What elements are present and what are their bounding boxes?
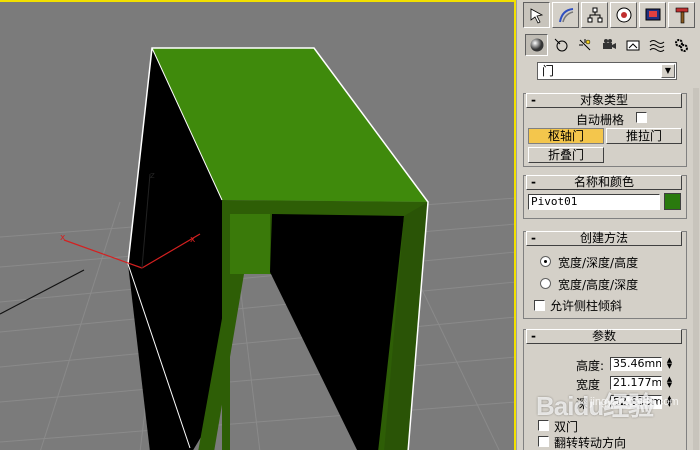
sphere-icon — [530, 38, 543, 52]
height-spinner-icon[interactable]: ▲ ▼ — [665, 357, 674, 371]
allow-tilt-checkbox[interactable] — [534, 300, 545, 311]
svg-text:z: z — [150, 171, 155, 181]
parameters-header[interactable]: - 参数 — [526, 329, 682, 344]
creation-method-header[interactable]: - 创建方法 — [526, 231, 682, 246]
light-icon — [578, 39, 590, 51]
flip-swing-label: 翻转转动方向 — [554, 436, 627, 450]
height-label: 高度: — [576, 359, 605, 373]
create-categories — [525, 34, 692, 58]
svg-text:x: x — [60, 233, 66, 243]
pivot-door-button[interactable]: 枢轴门 — [528, 128, 604, 144]
object-type-header[interactable]: - 对象类型 — [526, 93, 682, 108]
creation-method-title: 创建方法 — [579, 231, 628, 245]
hammer-icon — [675, 7, 688, 24]
autogrid-checkbox[interactable] — [636, 112, 647, 123]
perspective-viewport[interactable]: x x z — [0, 0, 516, 450]
door-lintel — [230, 214, 270, 274]
svg-text:x: x — [190, 235, 196, 245]
sliding-door-button[interactable]: 推拉门 — [606, 128, 682, 144]
parameters-title: 参数 — [591, 329, 616, 343]
method-radio-wdh[interactable] — [540, 256, 551, 267]
collapse-icon: - — [531, 329, 536, 343]
cameras-category[interactable] — [597, 34, 620, 56]
category-dropdown-value: 门 — [542, 64, 555, 78]
system-icon — [674, 39, 688, 52]
panel-scrollbar[interactable] — [693, 88, 699, 450]
helpers-category[interactable] — [621, 34, 644, 56]
systems-category[interactable] — [669, 34, 692, 56]
chevron-down-icon[interactable]: ▼ — [661, 64, 675, 78]
collapse-icon: - — [531, 175, 536, 189]
name-color-rollout: - 名称和颜色 Pivot01 — [523, 175, 687, 219]
width-spinner-icon[interactable]: ▲ ▼ — [665, 376, 674, 390]
shapes-category[interactable] — [549, 34, 572, 56]
object-color-swatch[interactable] — [664, 193, 681, 210]
height-input[interactable]: 35.46mm — [610, 357, 662, 371]
geometry-category[interactable] — [525, 34, 548, 56]
bifold-door-button[interactable]: 折叠门 — [528, 147, 604, 163]
lights-category[interactable] — [573, 34, 596, 56]
camera-icon — [602, 39, 616, 49]
helper-icon — [626, 40, 639, 51]
grid-axis-line — [0, 269, 85, 315]
display-icon — [645, 8, 660, 21]
utilities-tab[interactable] — [668, 2, 695, 28]
autogrid-label: 自动栅格 — [576, 113, 625, 127]
viewport-scene: x x z — [0, 47, 514, 450]
spacewarps-category[interactable] — [645, 34, 668, 56]
name-color-header[interactable]: - 名称和颜色 — [526, 175, 682, 190]
create-tab[interactable] — [523, 2, 550, 28]
collapse-icon: - — [531, 93, 536, 107]
baidu-watermark-url: jingyan.baidu.com — [590, 396, 679, 408]
command-panel: 门 ▼ - 对象类型 自动栅格 枢轴门 推拉门 折叠门 - 名称和颜色 Pivo… — [516, 0, 700, 450]
method-radio-whd[interactable] — [540, 278, 551, 289]
hierarchy-tab[interactable] — [581, 2, 608, 28]
motion-icon — [616, 7, 631, 23]
hierarchy-icon — [587, 7, 602, 23]
object-type-title: 对象类型 — [579, 93, 628, 107]
method-label-wdh: 宽度/深度/高度 — [558, 256, 639, 270]
object-type-rollout: - 对象类型 自动栅格 枢轴门 推拉门 折叠门 — [523, 93, 687, 167]
collapse-icon: - — [531, 231, 536, 245]
shape-icon — [554, 38, 567, 52]
flip-swing-checkbox[interactable] — [538, 436, 549, 447]
motion-tab[interactable] — [610, 2, 637, 28]
pointer-icon — [530, 8, 543, 24]
category-dropdown[interactable]: 门 ▼ — [537, 62, 677, 80]
curve-icon — [558, 8, 573, 23]
object-name-field[interactable]: Pivot01 — [528, 194, 660, 210]
allow-tilt-label: 允许侧柱倾斜 — [550, 299, 623, 313]
display-tab[interactable] — [639, 2, 666, 28]
method-label-whd: 宽度/高度/深度 — [558, 278, 639, 292]
spacewarp-icon — [649, 40, 664, 52]
command-tabs — [523, 2, 695, 30]
modify-tab[interactable] — [552, 2, 579, 28]
creation-method-rollout: - 创建方法 宽度/深度/高度 宽度/高度/深度 允许侧柱倾斜 — [523, 231, 687, 319]
name-color-title: 名称和颜色 — [573, 175, 634, 189]
